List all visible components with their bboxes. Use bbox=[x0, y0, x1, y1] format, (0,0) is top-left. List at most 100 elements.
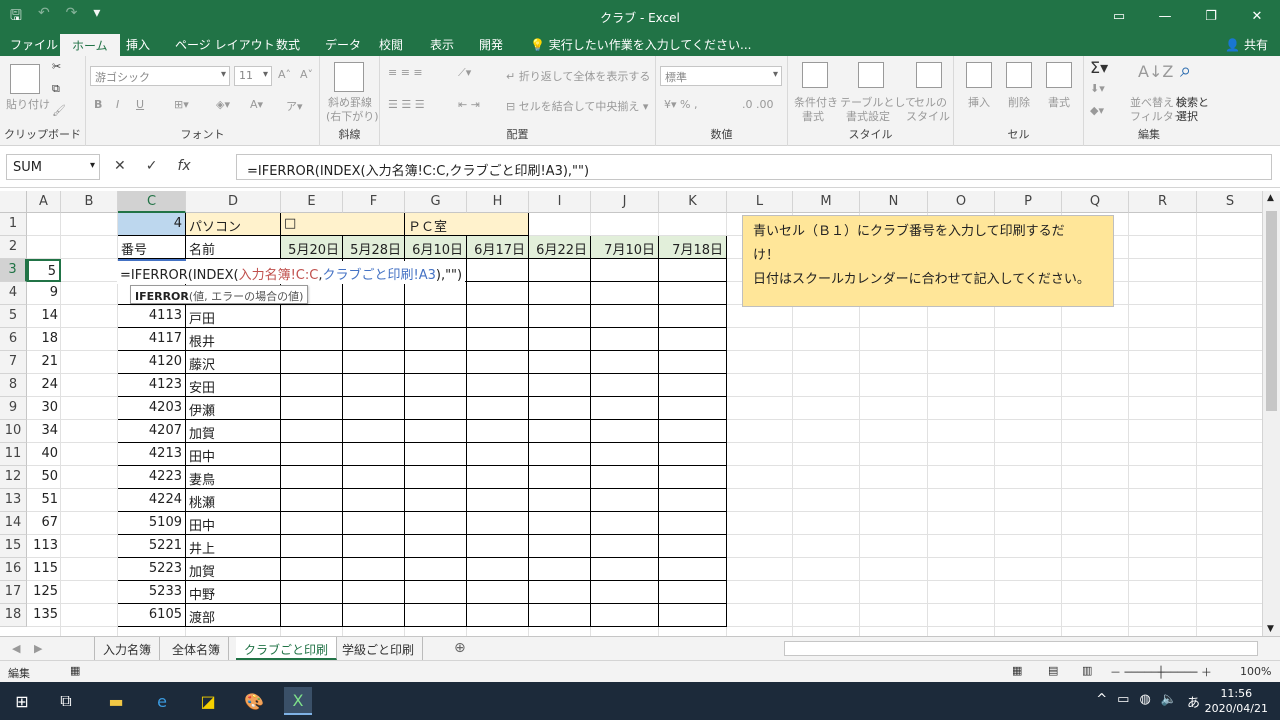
row-header-12[interactable]: 12 bbox=[0, 466, 27, 489]
borders-icon[interactable]: ⊞▾ bbox=[174, 98, 189, 111]
cell-number[interactable]: 4224 bbox=[118, 489, 186, 512]
delete-cells-button[interactable]: 削除 bbox=[1008, 94, 1030, 110]
tab-page-layout[interactable]: ページ レイアウト bbox=[175, 36, 275, 53]
cell-attendance[interactable] bbox=[659, 535, 727, 558]
cell-number[interactable]: 5221 bbox=[118, 535, 186, 558]
horizontal-scrollbar[interactable] bbox=[784, 641, 1258, 656]
cell-attendance[interactable] bbox=[467, 259, 529, 282]
cell-g1[interactable]: ＰＣ室 bbox=[405, 213, 529, 236]
tab-insert[interactable]: 挿入 bbox=[126, 36, 150, 53]
cell-attendance[interactable] bbox=[591, 558, 659, 581]
cell-attendance[interactable] bbox=[529, 259, 591, 282]
cell-name[interactable]: 桃瀬 bbox=[186, 489, 281, 512]
cell-attendance[interactable] bbox=[467, 512, 529, 535]
cell-a[interactable]: 135 bbox=[27, 604, 61, 627]
cell-number[interactable]: 4120 bbox=[118, 351, 186, 374]
cell-attendance[interactable] bbox=[281, 305, 343, 328]
row-header-3[interactable]: 3 bbox=[0, 259, 27, 282]
cell-attendance[interactable] bbox=[343, 558, 405, 581]
row-header-17[interactable]: 17 bbox=[0, 581, 27, 604]
cell-attendance[interactable] bbox=[591, 374, 659, 397]
cell-number[interactable]: 4123 bbox=[118, 374, 186, 397]
cell-attendance[interactable] bbox=[659, 558, 727, 581]
cell-attendance[interactable] bbox=[591, 351, 659, 374]
close-button[interactable]: ✕ bbox=[1234, 0, 1280, 32]
font-color-icon[interactable]: A▾ bbox=[250, 98, 263, 111]
insert-cells-button[interactable]: 挿入 bbox=[968, 94, 990, 110]
cell-name[interactable]: 田中 bbox=[186, 443, 281, 466]
cell-attendance[interactable] bbox=[343, 443, 405, 466]
cell-attendance[interactable] bbox=[405, 535, 467, 558]
bold-button[interactable]: B bbox=[94, 98, 102, 111]
volume-icon[interactable]: 🔈 bbox=[1161, 692, 1177, 711]
column-header-r[interactable]: R bbox=[1129, 191, 1197, 213]
cell-attendance[interactable] bbox=[591, 489, 659, 512]
sheet-tab[interactable]: 学級ごと印刷 bbox=[334, 637, 424, 660]
format-painter-icon[interactable]: 🖌 bbox=[52, 104, 66, 117]
cell-attendance[interactable] bbox=[467, 443, 529, 466]
column-header-l[interactable]: L bbox=[727, 191, 793, 213]
cell-a[interactable]: 18 bbox=[27, 328, 61, 351]
column-header-f[interactable]: F bbox=[343, 191, 405, 213]
row-header-16[interactable]: 16 bbox=[0, 558, 27, 581]
cell-attendance[interactable] bbox=[659, 328, 727, 351]
cell-attendance[interactable] bbox=[659, 443, 727, 466]
cell-name[interactable]: 井上 bbox=[186, 535, 281, 558]
cell-attendance[interactable] bbox=[591, 581, 659, 604]
cell-attendance[interactable] bbox=[659, 282, 727, 305]
macro-record-icon[interactable]: ▦ bbox=[70, 664, 80, 677]
cell-a[interactable]: 51 bbox=[27, 489, 61, 512]
sheet-tab[interactable]: 全体名簿 bbox=[164, 637, 230, 660]
cell-attendance[interactable] bbox=[405, 466, 467, 489]
cell-attendance[interactable] bbox=[281, 489, 343, 512]
cell-attendance[interactable] bbox=[405, 512, 467, 535]
cell-attendance[interactable] bbox=[405, 443, 467, 466]
column-header-q[interactable]: Q bbox=[1062, 191, 1129, 213]
shrink-font-icon[interactable]: A˅ bbox=[300, 68, 313, 81]
phonetic-icon[interactable]: ア▾ bbox=[286, 98, 303, 114]
orientation-icon[interactable]: ⟋▾ bbox=[458, 66, 471, 80]
cell-attendance[interactable] bbox=[281, 604, 343, 627]
cell-attendance[interactable] bbox=[529, 466, 591, 489]
row-header-8[interactable]: 8 bbox=[0, 374, 27, 397]
column-header-p[interactable]: P bbox=[995, 191, 1062, 213]
column-header-j[interactable]: J bbox=[591, 191, 659, 213]
cell-e1[interactable]: □ bbox=[281, 213, 405, 236]
cell-a[interactable]: 115 bbox=[27, 558, 61, 581]
cell-number[interactable]: 4213 bbox=[118, 443, 186, 466]
cell-a[interactable]: 40 bbox=[27, 443, 61, 466]
cell-attendance[interactable] bbox=[281, 466, 343, 489]
cell-attendance[interactable] bbox=[281, 512, 343, 535]
cell-attendance[interactable] bbox=[343, 581, 405, 604]
cell-attendance[interactable] bbox=[659, 466, 727, 489]
cell-attendance[interactable] bbox=[659, 374, 727, 397]
cell-a[interactable]: 14 bbox=[27, 305, 61, 328]
scroll-thumb[interactable] bbox=[1266, 211, 1277, 411]
windows-start-icon[interactable]: ⊞ bbox=[8, 687, 36, 715]
cell-attendance[interactable] bbox=[281, 443, 343, 466]
cell-attendance[interactable] bbox=[591, 305, 659, 328]
cell-attendance[interactable] bbox=[529, 282, 591, 305]
cell-attendance[interactable] bbox=[281, 397, 343, 420]
scroll-up-icon[interactable]: ▲ bbox=[1267, 193, 1274, 203]
zoom-level[interactable]: 100% bbox=[1240, 665, 1271, 678]
cell-attendance[interactable] bbox=[467, 397, 529, 420]
cell-attendance[interactable] bbox=[659, 397, 727, 420]
cell-attendance[interactable] bbox=[659, 581, 727, 604]
row-header-6[interactable]: 6 bbox=[0, 328, 27, 351]
cell-attendance[interactable] bbox=[591, 397, 659, 420]
row-header-9[interactable]: 9 bbox=[0, 397, 27, 420]
cell-attendance[interactable] bbox=[343, 328, 405, 351]
cell-attendance[interactable] bbox=[281, 328, 343, 351]
cell-attendance[interactable] bbox=[467, 374, 529, 397]
cell-attendance[interactable] bbox=[405, 397, 467, 420]
cell-attendance[interactable] bbox=[591, 466, 659, 489]
scroll-down-icon[interactable]: ▼ bbox=[1267, 624, 1274, 634]
number-format-combo[interactable]: 標準 bbox=[660, 66, 782, 86]
copy-icon[interactable]: ⧉ bbox=[52, 82, 60, 96]
cell-attendance[interactable] bbox=[591, 259, 659, 282]
row-header-11[interactable]: 11 bbox=[0, 443, 27, 466]
tab-file[interactable]: ファイル bbox=[10, 36, 58, 53]
cell-attendance[interactable] bbox=[467, 351, 529, 374]
cell-attendance[interactable] bbox=[529, 305, 591, 328]
